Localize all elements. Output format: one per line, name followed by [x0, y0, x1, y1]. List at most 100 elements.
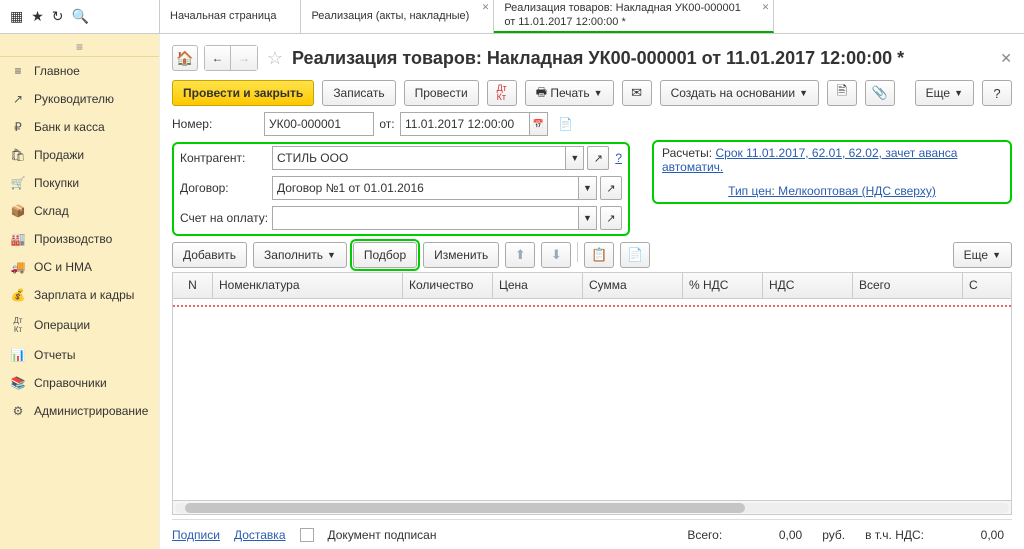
number-field[interactable]: УК00-000001: [264, 112, 374, 136]
table-row[interactable]: [173, 305, 1011, 307]
settlements-box: Расчеты: Срок 11.01.2017, 62.01, 62.02, …: [652, 140, 1012, 204]
printer-icon: 🖶: [536, 83, 547, 104]
move-up-button[interactable]: ⬆: [505, 242, 535, 268]
sidebar: ≡ ≡Главное ↗Руководителю ₽Банк и касса 🛍…: [0, 34, 160, 549]
back-button[interactable]: ←: [205, 46, 231, 70]
close-icon[interactable]: ✕: [482, 2, 490, 13]
sidebar-item-main[interactable]: ≡Главное: [0, 57, 159, 85]
sidebar-item-operations[interactable]: ДтКтОперации: [0, 309, 159, 341]
sidebar-item-assets[interactable]: 🚚ОС и НМА: [0, 253, 159, 281]
move-down-button[interactable]: ⬇: [541, 242, 571, 268]
open-button[interactable]: ↗: [600, 176, 622, 200]
fill-button[interactable]: Заполнить▼: [253, 242, 347, 268]
calendar-button[interactable]: 📅: [530, 112, 548, 136]
sidebar-item-bank[interactable]: ₽Банк и касса: [0, 113, 159, 141]
sidebar-item-reports[interactable]: 📊Отчеты: [0, 341, 159, 369]
counterparty-field[interactable]: СТИЛЬ ООО: [272, 146, 566, 170]
create-based-button[interactable]: Создать на основании▼: [660, 80, 819, 106]
sidebar-item-label: ОС и НМА: [34, 260, 92, 274]
open-button[interactable]: ↗: [587, 146, 609, 170]
h-scrollbar[interactable]: [173, 500, 1011, 514]
more-button[interactable]: Еще▼: [915, 80, 974, 106]
separator: [577, 242, 578, 262]
doc-signed-checkbox[interactable]: [300, 528, 314, 542]
col-qty[interactable]: Количество: [403, 273, 493, 298]
dropdown-button[interactable]: ▼: [579, 176, 597, 200]
copy-button[interactable]: 📋: [584, 242, 614, 268]
cart-icon: 🛒: [10, 176, 26, 190]
apps-grid-icon[interactable]: ▦: [10, 8, 23, 25]
close-button[interactable]: ✕: [1000, 50, 1012, 67]
dropdown-button[interactable]: ▼: [566, 146, 584, 170]
col-item[interactable]: Номенклатура: [213, 273, 403, 298]
col-total[interactable]: Всего: [853, 273, 963, 298]
footer: Подписи Доставка Документ подписан Всего…: [172, 519, 1012, 549]
table-body[interactable]: [173, 299, 1011, 500]
sidebar-item-label: Справочники: [34, 376, 107, 390]
history-icon[interactable]: ↻: [52, 8, 64, 25]
sidebar-item-purchases[interactable]: 🛒Покупки: [0, 169, 159, 197]
paste-button[interactable]: 📄: [620, 242, 650, 268]
ruble-icon: ₽: [10, 120, 26, 134]
search-icon[interactable]: 🔍: [72, 8, 89, 25]
col-price[interactable]: Цена: [493, 273, 583, 298]
help-button[interactable]: ?: [982, 80, 1012, 106]
sidebar-item-production[interactable]: 🏭Производство: [0, 225, 159, 253]
star-icon[interactable]: ★: [31, 8, 44, 25]
dropdown-button[interactable]: ▼: [579, 206, 597, 230]
col-vat-rate[interactable]: % НДС: [683, 273, 763, 298]
sidebar-item-directories[interactable]: 📚Справочники: [0, 369, 159, 397]
tab-document[interactable]: Реализация товаров: Накладная УК00-00000…: [494, 0, 774, 33]
note-icon[interactable]: 📄: [558, 117, 573, 131]
invoice-field[interactable]: [272, 206, 579, 230]
email-button[interactable]: ✉: [622, 80, 652, 106]
vat-label: в т.ч. НДС:: [865, 528, 924, 542]
structure-button[interactable]: 🖹: [827, 80, 857, 106]
tab-start-page[interactable]: Начальная страница: [160, 0, 301, 33]
open-button[interactable]: ↗: [600, 206, 622, 230]
delivery-link[interactable]: Доставка: [234, 528, 286, 542]
sidebar-item-sales[interactable]: 🛍Продажи: [0, 141, 159, 169]
invoice-label: Счет на оплату:: [180, 211, 272, 225]
list-more-button[interactable]: Еще▼: [953, 242, 1012, 268]
money-icon: 💰: [10, 288, 26, 302]
envelope-icon: ✉: [631, 85, 642, 101]
sidebar-toggle[interactable]: ≡: [0, 37, 159, 57]
tab-label: Начальная страница: [170, 10, 290, 23]
table-header: N Номенклатура Количество Цена Сумма % Н…: [173, 273, 1011, 299]
write-button[interactable]: Записать: [322, 80, 395, 106]
date-field[interactable]: 11.01.2017 12:00:00: [400, 112, 530, 136]
add-button[interactable]: Добавить: [172, 242, 247, 268]
col-last[interactable]: С: [963, 273, 1011, 298]
paperclip-icon: 📎: [872, 85, 888, 101]
tab-realization-list[interactable]: Реализация (акты, накладные) ✕: [301, 0, 494, 33]
favorite-button[interactable]: ☆: [264, 47, 286, 69]
sidebar-item-warehouse[interactable]: 📦Склад: [0, 197, 159, 225]
settlements-label: Расчеты:: [662, 146, 712, 160]
help-link[interactable]: ?: [615, 151, 622, 165]
dtkt-button[interactable]: ДтКт: [487, 80, 517, 106]
sidebar-item-admin[interactable]: ⚙Администрирование: [0, 397, 159, 425]
post-button[interactable]: Провести: [404, 80, 479, 106]
col-sum[interactable]: Сумма: [583, 273, 683, 298]
bag-icon: 🛍: [10, 148, 26, 162]
contract-field[interactable]: Договор №1 от 01.01.2016: [272, 176, 579, 200]
post-and-close-button[interactable]: Провести и закрыть: [172, 80, 314, 106]
change-button[interactable]: Изменить: [423, 242, 499, 268]
forward-button[interactable]: →: [231, 46, 257, 70]
print-button[interactable]: 🖶 Печать▼: [525, 80, 614, 106]
attach-button[interactable]: 📎: [865, 80, 895, 106]
sidebar-item-payroll[interactable]: 💰Зарплата и кадры: [0, 281, 159, 309]
sidebar-item-label: Администрирование: [34, 404, 148, 418]
col-vat[interactable]: НДС: [763, 273, 853, 298]
signatures-link[interactable]: Подписи: [172, 528, 220, 542]
pick-button[interactable]: Подбор: [353, 242, 417, 268]
home-button[interactable]: 🏠: [172, 45, 198, 71]
close-icon[interactable]: ✕: [762, 2, 770, 13]
sidebar-item-manager[interactable]: ↗Руководителю: [0, 85, 159, 113]
sidebar-item-label: Руководителю: [34, 92, 114, 106]
price-type-link[interactable]: Тип цен: Мелкооптовая (НДС сверху): [728, 184, 936, 198]
col-n[interactable]: N: [173, 273, 213, 298]
command-bar: Провести и закрыть Записать Провести ДтК…: [172, 80, 1012, 106]
history-nav: ← →: [204, 45, 258, 71]
